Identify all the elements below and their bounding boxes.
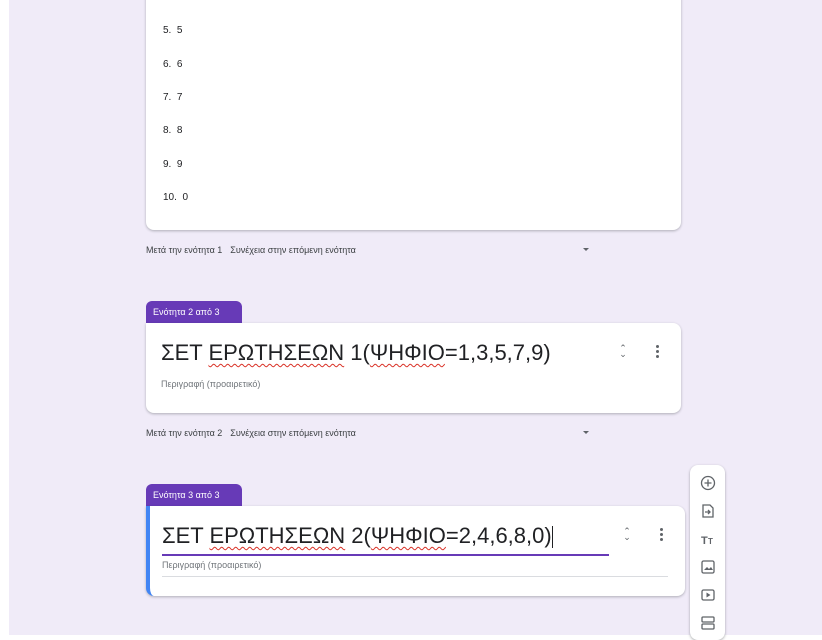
option-label: 8 (176, 125, 183, 136)
option-item[interactable]: 6. 6 (163, 59, 182, 70)
title-text: 1( (344, 340, 370, 365)
option-number: 6. (163, 59, 172, 70)
after-section-dropdown[interactable]: Συνέχεια στην επόμενη ενότητα (230, 245, 356, 255)
option-number: 5. (163, 25, 172, 36)
section-3-badge: Ενότητα 3 από 3 (146, 484, 242, 506)
title-text: =1,3,5,7,9) (444, 340, 551, 365)
option-label: 9 (176, 159, 183, 170)
option-number: 8. (163, 125, 172, 136)
option-label: 5 (176, 25, 183, 36)
description-underline (162, 576, 668, 577)
option-number: 9. (163, 159, 172, 170)
option-item[interactable]: 9. 9 (163, 159, 182, 170)
option-label: 7 (176, 92, 183, 103)
add-video-icon[interactable] (700, 587, 716, 603)
text-cursor (551, 526, 553, 549)
floating-toolbar: TT (690, 465, 725, 640)
import-questions-icon[interactable] (700, 503, 716, 519)
svg-text:T: T (708, 537, 713, 546)
section-2-description[interactable]: Περιγραφή (προαιρετικό) (161, 379, 260, 389)
title-focus-underline (162, 554, 609, 556)
title-text: ΨΗΦΙΟ (370, 523, 446, 548)
option-number: 10. (163, 192, 177, 203)
title-text: ΣΕΤ (162, 523, 210, 548)
option-label: 0 (182, 192, 189, 203)
option-item[interactable]: 10. 0 (163, 192, 188, 203)
title-text: ΣΕΤ (161, 340, 209, 365)
section-2-badge: Ενότητα 2 από 3 (146, 301, 242, 323)
option-item[interactable]: 5. 5 (163, 25, 182, 36)
title-text: ΨΗΦΙΟ (369, 340, 445, 365)
title-text: ΕΡΩΤΗΣΕΩΝ (208, 340, 345, 365)
after-section-label: Μετά την ενότητα 2 (146, 428, 223, 438)
option-label: 6 (176, 59, 183, 70)
svg-text:T: T (701, 535, 708, 547)
section-3-title[interactable]: ΣΕΤ ΕΡΩΤΗΣΕΩΝ 2(ΨΗΦΙΟ=2,4,6,8,0) (162, 523, 553, 549)
collapse-section-icon[interactable]: ⌃ ⌄ (620, 527, 634, 542)
option-item[interactable]: 8. 8 (163, 125, 182, 136)
section-2-title[interactable]: ΣΕΤ ΕΡΩΤΗΣΕΩΝ 1(ΨΗΦΙΟ=1,3,5,7,9) (161, 340, 551, 366)
section-3-description[interactable]: Περιγραφή (προαιρετικό) (162, 560, 261, 570)
option-item[interactable]: 7. 7 (163, 92, 182, 103)
option-number: 7. (163, 92, 172, 103)
more-options-icon[interactable] (652, 345, 662, 359)
after-section-2-row: Μετά την ενότητα 2 Συνέχεια στην επόμενη… (146, 428, 681, 438)
dropdown-arrow-icon[interactable] (583, 248, 589, 251)
after-section-label: Μετά την ενότητα 1 (146, 245, 223, 255)
more-options-icon[interactable] (656, 528, 666, 542)
section-2-card[interactable]: ΣΕΤ ΕΡΩΤΗΣΕΩΝ 1(ΨΗΦΙΟ=1,3,5,7,9) ⌃ ⌄ Περι… (146, 323, 681, 413)
question-options-card: 5. 5 6. 6 7. 7 8. 8 9. 9 10. 0 (146, 0, 681, 230)
title-text: 2( (345, 523, 371, 548)
after-section-dropdown[interactable]: Συνέχεια στην επόμενη ενότητα (230, 428, 356, 438)
title-text: =2,4,6,8,0) (445, 523, 552, 548)
dropdown-arrow-icon[interactable] (583, 431, 589, 434)
after-section-1-row: Μετά την ενότητα 1 Συνέχεια στην επόμενη… (146, 245, 681, 255)
add-image-icon[interactable] (700, 559, 716, 575)
collapse-section-icon[interactable]: ⌃ ⌄ (616, 344, 630, 359)
section-3-card[interactable]: ΣΕΤ ΕΡΩΤΗΣΕΩΝ 2(ΨΗΦΙΟ=2,4,6,8,0) ⌃ ⌄ Περι… (146, 506, 685, 596)
add-title-icon[interactable]: TT (700, 531, 716, 547)
add-question-icon[interactable] (700, 475, 716, 491)
add-section-icon[interactable] (700, 615, 716, 631)
title-text: ΕΡΩΤΗΣΕΩΝ (209, 523, 346, 548)
